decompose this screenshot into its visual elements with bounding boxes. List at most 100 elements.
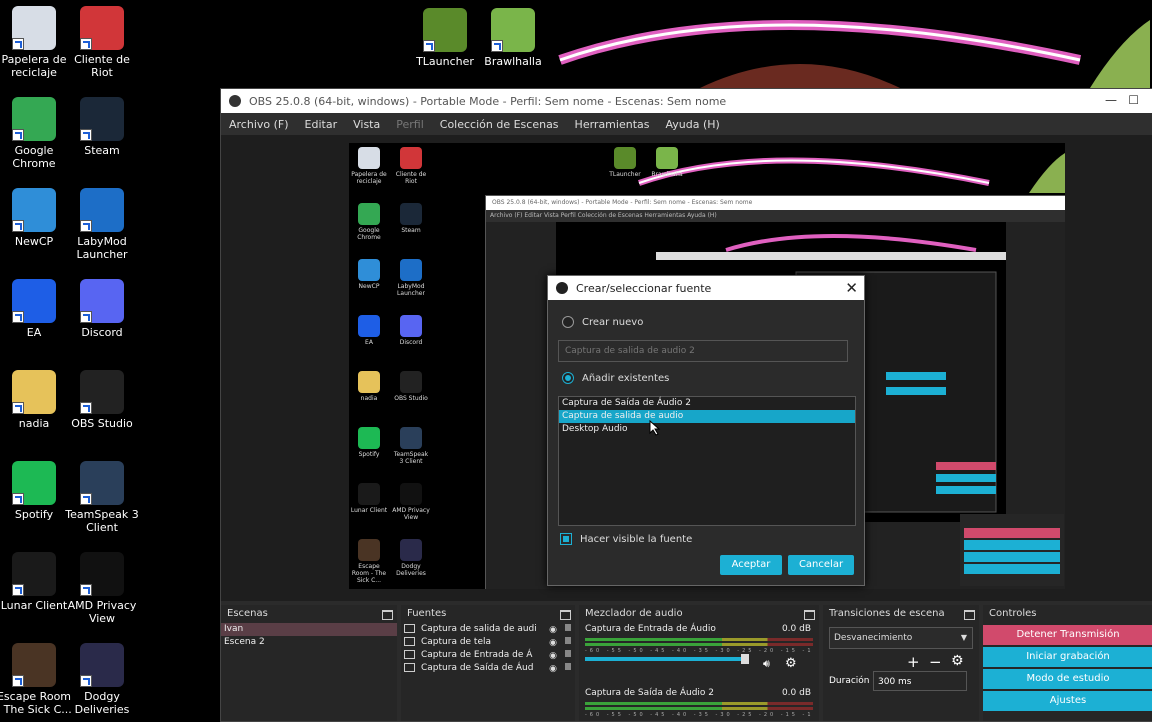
shortcut-arrow-icon <box>80 38 92 50</box>
remove-icon[interactable]: − <box>929 653 942 671</box>
discord-icon <box>80 279 124 323</box>
brawlhalla-icon <box>491 8 535 52</box>
transitions-dock: Transiciones de escena Desvanecimiento ▼ … <box>823 605 979 721</box>
speaker-icon[interactable]: 🔊︎ <box>763 657 770 671</box>
lock-icon[interactable] <box>565 637 571 644</box>
cancel-button[interactable]: Cancelar <box>788 555 854 575</box>
list-item[interactable]: Desktop Audio <box>559 423 855 436</box>
menu-perfil[interactable]: Perfil <box>388 118 432 131</box>
microphone-icon <box>404 650 415 659</box>
desktop-shortcut[interactable]: TeamSpeak 3 Client <box>62 461 142 534</box>
desktop-shortcut[interactable]: AMD Privacy View <box>62 552 142 625</box>
riot-client-icon <box>400 147 422 169</box>
add-icon[interactable]: + <box>907 653 920 671</box>
shortcut-arrow-icon <box>12 129 24 141</box>
chevron-down-icon: ▼ <box>960 633 967 642</box>
preview-shortcut-label: Dodgy Deliveries <box>396 563 426 577</box>
source-item[interactable]: Captura de Saída de Áud ◉ <box>401 662 575 675</box>
list-item[interactable]: Captura de Saída de Áudio 2 <box>559 397 855 410</box>
source-item[interactable]: Captura de salida de audi ◉ <box>401 623 575 636</box>
preview-shortcut-label: Spotify <box>358 451 380 458</box>
maximize-icon[interactable]: ☐ <box>1128 93 1139 107</box>
preview-shortcut-label: TLauncher <box>609 171 641 178</box>
volume-slider[interactable] <box>585 654 749 664</box>
volume-row: 🔊︎ ⚙ <box>579 654 819 671</box>
undock-icon[interactable] <box>964 610 975 620</box>
amd-privacy-icon <box>400 483 422 505</box>
list-item[interactable]: Captura de salida de audio <box>559 410 855 423</box>
close-icon[interactable]: ✕ <box>845 279 858 297</box>
menu-editar[interactable]: Editar <box>297 118 346 131</box>
scenes-header: Escenas <box>221 605 397 623</box>
preview-shortcut: EA <box>349 315 389 346</box>
shortcut-arrow-icon <box>12 675 24 687</box>
menu-coleccion-escenas[interactable]: Colección de Escenas <box>432 118 567 131</box>
duration-input[interactable]: 300 ms <box>873 671 967 691</box>
minimize-icon[interactable]: — <box>1105 93 1117 107</box>
accept-button[interactable]: Aceptar <box>720 555 782 575</box>
nested-menu-bar: Archivo (F) Editar Vista Perfil Colecció… <box>486 210 1065 222</box>
shortcut-arrow-icon <box>80 311 92 323</box>
source-item[interactable]: Captura de tela ◉ <box>401 636 575 649</box>
scenes-dock: Escenas Ivan Escena 2 <box>221 605 397 721</box>
create-new-option[interactable]: Crear nuevo <box>562 316 643 328</box>
add-existing-radio[interactable] <box>562 372 574 384</box>
labymod-icon <box>400 259 422 281</box>
folder-icon <box>12 370 56 414</box>
make-visible-checkbox[interactable] <box>560 533 572 545</box>
mixer-channel-name: Captura de Entrada de Áudio 0.0 dB <box>585 624 811 634</box>
obs-title-bar: OBS 25.0.8 (64-bit, windows) - Portable … <box>221 89 1152 113</box>
scene-item[interactable]: Escena 2 <box>221 636 397 649</box>
scene-item[interactable]: Ivan <box>221 623 397 636</box>
preview-shortcut-label: Brawlhalla <box>651 171 683 178</box>
undock-icon[interactable] <box>560 610 571 620</box>
gear-icon[interactable]: ⚙ <box>951 653 964 669</box>
desktop-shortcut[interactable]: LabyMod Launcher <box>62 188 142 261</box>
gear-icon[interactable]: ⚙ <box>785 656 797 671</box>
dialog-title: Crear/seleccionar fuente <box>576 281 712 295</box>
transition-buttons: + − ⚙ <box>823 653 979 671</box>
desktop-shortcut[interactable]: Steam <box>62 97 142 157</box>
transition-select[interactable]: Desvanecimiento ▼ <box>829 627 973 649</box>
desktop-shortcut[interactable]: Dodgy Deliveries <box>62 643 142 716</box>
studio-mode-button[interactable]: Modo de estudio <box>983 669 1152 689</box>
lock-icon[interactable] <box>565 663 571 670</box>
menu-herramientas[interactable]: Herramientas <box>567 118 658 131</box>
create-new-radio[interactable] <box>562 316 574 328</box>
preview-shortcut-label: Escape Room - The Sick C... <box>351 563 387 584</box>
menu-vista[interactable]: Vista <box>345 118 388 131</box>
undock-icon[interactable] <box>382 610 393 620</box>
create-select-source-dialog: Crear/seleccionar fuente ✕ Crear nuevo A… <box>547 275 865 586</box>
undock-icon[interactable] <box>804 610 815 620</box>
chrome-icon <box>12 97 56 141</box>
eye-icon[interactable]: ◉ <box>549 663 557 676</box>
mixer-header: Mezclador de audio <box>579 605 819 623</box>
settings-button[interactable]: Ajustes <box>983 691 1152 711</box>
stop-streaming-button[interactable]: Detener Transmisión <box>983 625 1152 645</box>
desktop-shortcut[interactable]: Brawlhalla <box>473 8 553 68</box>
preview-shortcut-label: NewCP <box>358 283 380 290</box>
source-item[interactable]: Captura de Entrada de Á ◉ <box>401 649 575 662</box>
monitor-icon <box>404 637 415 646</box>
lunar-client-icon <box>12 552 56 596</box>
obs-icon <box>400 371 422 393</box>
dodgy-deliveries-icon <box>80 643 124 687</box>
preview-shortcut-label: Google Chrome <box>357 227 381 241</box>
desktop-shortcut[interactable]: OBS Studio <box>62 370 142 430</box>
desktop-shortcut-label: AMD Privacy View <box>67 599 137 625</box>
new-source-name-input[interactable] <box>558 340 848 362</box>
menu-archivo[interactable]: Archivo (F) <box>221 118 297 131</box>
start-recording-button[interactable]: Iniciar grabación <box>983 647 1152 667</box>
shortcut-arrow-icon <box>12 311 24 323</box>
desktop-shortcut-label: LabyMod Launcher <box>76 235 128 261</box>
add-existing-option[interactable]: Añadir existentes <box>562 372 669 384</box>
lock-icon[interactable] <box>565 624 571 631</box>
desktop-shortcut[interactable]: Cliente de Riot <box>62 6 142 79</box>
desktop-shortcut[interactable]: Discord <box>62 279 142 339</box>
folder-icon <box>358 371 380 393</box>
menu-ayuda[interactable]: Ayuda (H) <box>657 118 727 131</box>
make-visible-option[interactable]: Hacer visible la fuente <box>560 533 692 545</box>
lock-icon[interactable] <box>565 650 571 657</box>
preview-shortcut: Brawlhalla <box>647 147 687 178</box>
preview-shortcut-label: OBS Studio <box>394 395 428 402</box>
